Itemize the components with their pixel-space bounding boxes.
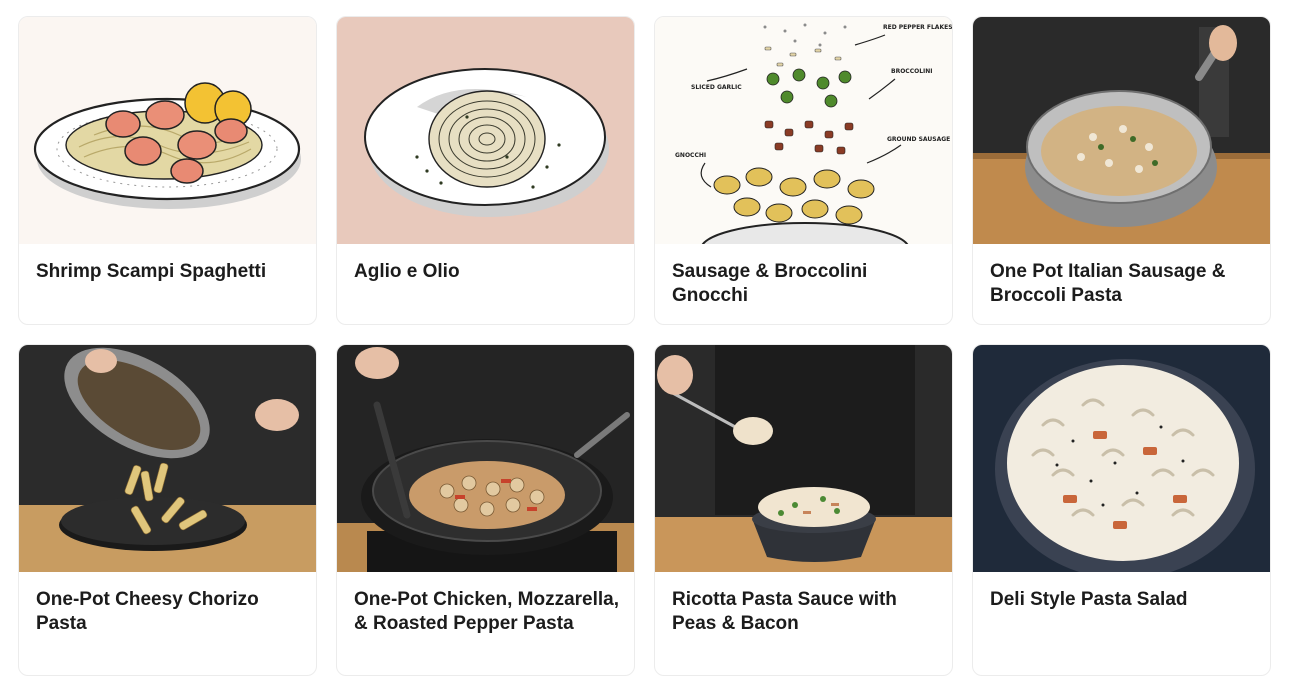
recipe-image-deli-pasta-salad[interactable] — [973, 345, 1270, 572]
annotation-label: GROUND SAUSAGE — [887, 136, 950, 143]
recipe-title[interactable]: Shrimp Scampi Spaghetti — [36, 260, 302, 284]
recipe-title[interactable]: One-Pot Chicken, Mozzarella, & Roasted P… — [354, 588, 620, 636]
recipe-card-chicken-mozzarella-pasta[interactable]: One-Pot Chicken, Mozzarella, & Roasted P… — [336, 344, 635, 676]
recipe-image-italian-sausage-broccoli-pasta[interactable] — [973, 17, 1270, 244]
recipe-title[interactable]: Deli Style Pasta Salad — [990, 588, 1256, 612]
recipe-image-ricotta-pasta-sauce[interactable] — [655, 345, 952, 572]
recipe-title[interactable]: Aglio e Olio — [354, 260, 620, 284]
recipe-title[interactable]: One Pot Italian Sausage & Broccoli Pasta — [990, 260, 1256, 308]
annotation-label: GNOCCHI — [675, 152, 706, 159]
recipe-card-cheesy-chorizo-pasta[interactable]: One-Pot Cheesy Chorizo Pasta — [18, 344, 317, 676]
recipe-image-cheesy-chorizo-pasta[interactable] — [19, 345, 316, 572]
recipe-title[interactable]: Sausage & Broccolini Gnocchi — [672, 260, 938, 308]
recipe-image-sausage-broccolini-gnocchi[interactable]: RED PEPPER FLAKES SLICED GARLIC BROCCOLI… — [655, 17, 953, 244]
recipe-card-sausage-broccolini-gnocchi[interactable]: RED PEPPER FLAKES SLICED GARLIC BROCCOLI… — [654, 16, 953, 325]
recipe-card-aglio-e-olio[interactable]: Aglio e Olio — [336, 16, 635, 325]
recipe-image-chicken-mozzarella-pasta[interactable] — [337, 345, 634, 572]
recipe-card-ricotta-pasta-sauce[interactable]: Ricotta Pasta Sauce with Peas & Bacon — [654, 344, 953, 676]
annotation-label: BROCCOLINI — [891, 68, 933, 75]
recipe-title[interactable]: Ricotta Pasta Sauce with Peas & Bacon — [672, 588, 938, 636]
recipe-card-deli-pasta-salad[interactable]: Deli Style Pasta Salad — [972, 344, 1271, 676]
annotation-label: RED PEPPER FLAKES — [883, 24, 953, 31]
annotation-label: SLICED GARLIC — [691, 84, 742, 91]
recipe-grid: Shrimp Scampi Spaghetti Aglio e Olio RED… — [0, 0, 1292, 690]
recipe-image-aglio-e-olio[interactable] — [337, 17, 634, 244]
recipe-card-shrimp-scampi[interactable]: Shrimp Scampi Spaghetti — [18, 16, 317, 325]
recipe-title[interactable]: One-Pot Cheesy Chorizo Pasta — [36, 588, 302, 636]
recipe-image-shrimp-scampi[interactable] — [19, 17, 316, 244]
recipe-card-italian-sausage-broccoli-pasta[interactable]: One Pot Italian Sausage & Broccoli Pasta — [972, 16, 1271, 325]
